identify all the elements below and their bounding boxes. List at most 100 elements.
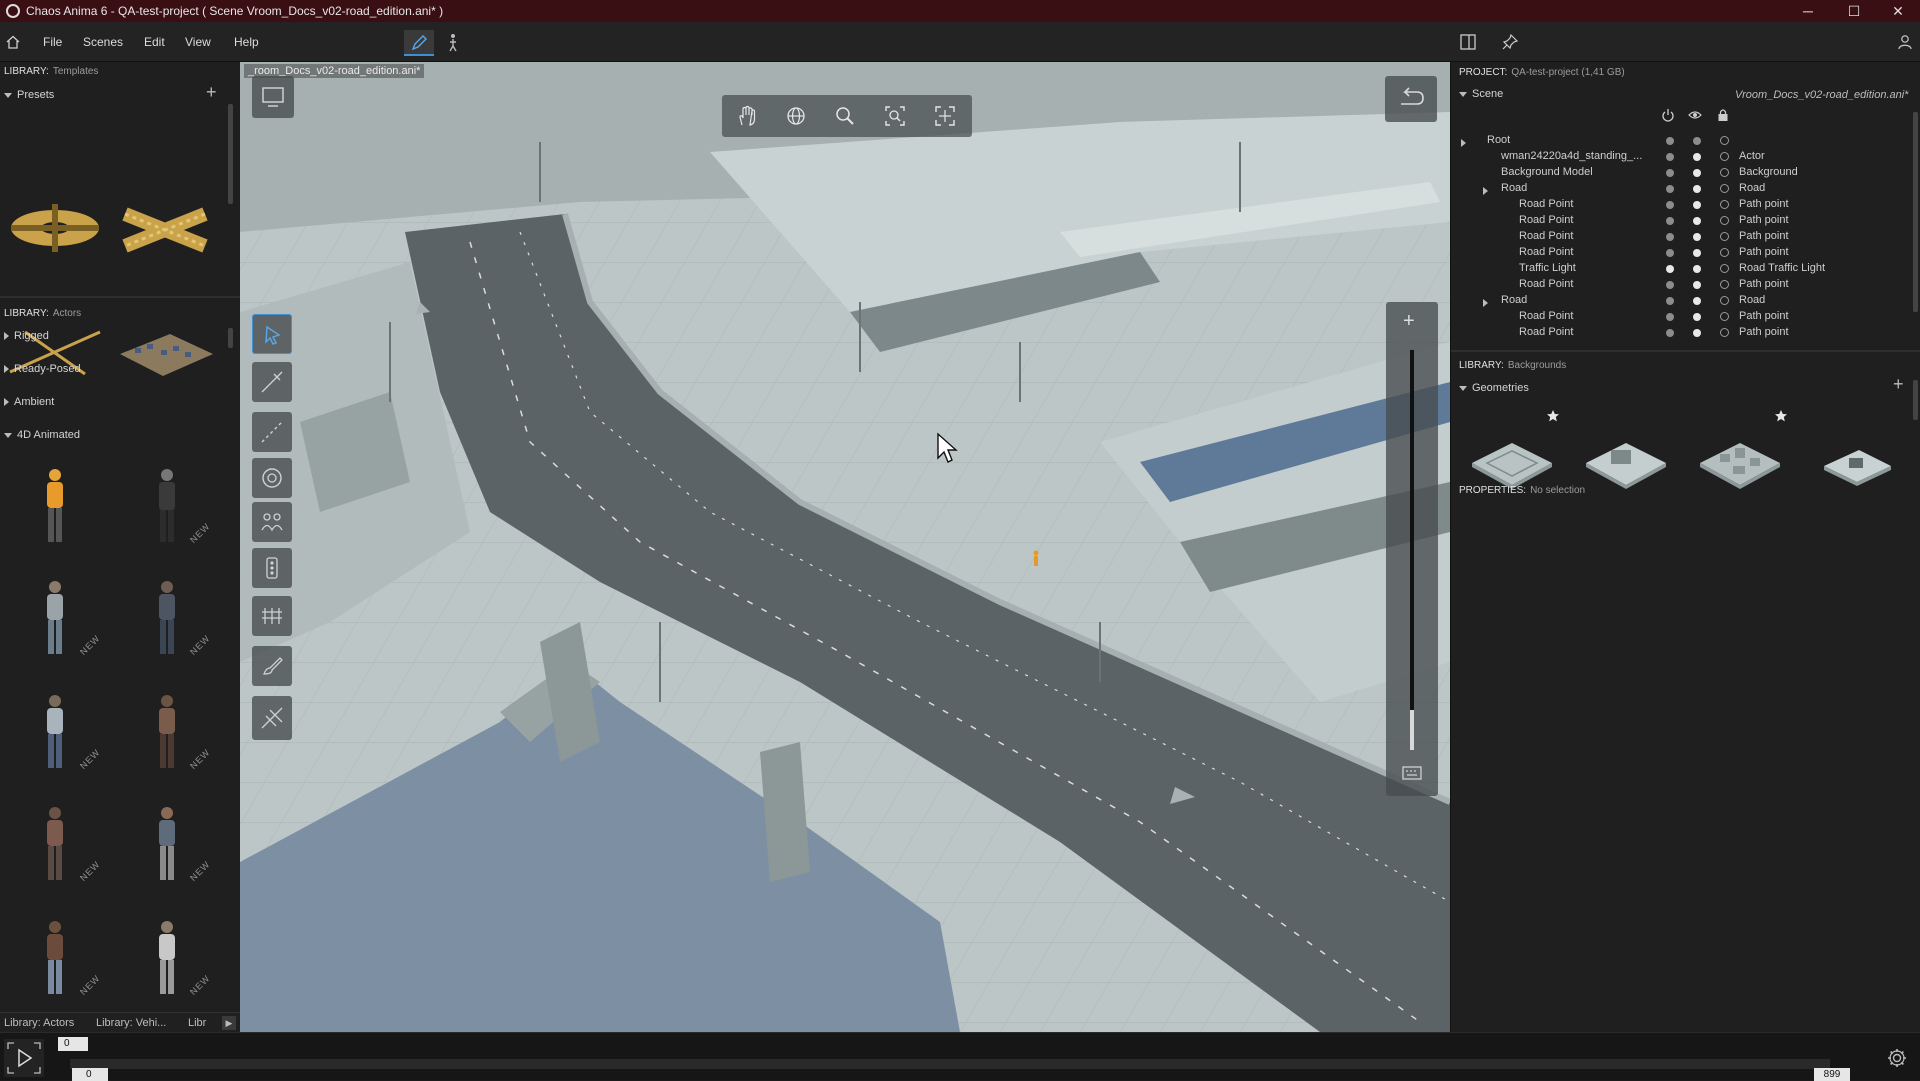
pin-icon[interactable] [1502, 34, 1518, 50]
lock-ring[interactable] [1720, 280, 1729, 289]
lock-ring[interactable] [1720, 152, 1729, 161]
power-dot[interactable] [1666, 297, 1674, 305]
lock-ring[interactable] [1720, 168, 1729, 177]
geometry-city-block-2-thumbnail[interactable] [1581, 428, 1671, 498]
power-dot[interactable] [1666, 137, 1674, 145]
preset-roundabout-thumbnail[interactable] [5, 184, 105, 272]
visibility-dot[interactable] [1693, 201, 1701, 209]
lock-ring[interactable] [1720, 232, 1729, 241]
dashed-path-tool-button[interactable] [252, 412, 292, 452]
category-4d-animated[interactable]: 4D Animated [4, 429, 80, 441]
scene-section-toggle[interactable]: Scene [1459, 88, 1503, 100]
actor-man-4-thumbnail[interactable] [150, 918, 184, 1002]
category-rigged[interactable]: Rigged [4, 330, 49, 342]
tree-row-road-point[interactable]: Road Point Path point [1459, 197, 1919, 213]
menu-edit[interactable]: Edit [144, 35, 165, 49]
menu-view[interactable]: View [185, 35, 211, 49]
templates-scrollbar[interactable] [228, 104, 233, 204]
end-frame-marker[interactable]: 899 [1814, 1068, 1850, 1081]
add-geometry-icon[interactable]: + [1893, 374, 1904, 395]
power-dot[interactable] [1666, 201, 1674, 209]
tree-row-road[interactable]: Road Road [1459, 181, 1919, 197]
tree-row-road-point[interactable]: Road Point Path point [1459, 245, 1919, 261]
orbit-icon[interactable] [785, 105, 807, 127]
actor-woman-3-thumbnail[interactable] [150, 692, 184, 776]
visibility-dot[interactable] [1693, 281, 1701, 289]
tabs-scroll-right-icon[interactable]: ▶ [222, 1016, 236, 1030]
visibility-dot[interactable] [1693, 169, 1701, 177]
visibility-eye-icon[interactable] [1688, 108, 1702, 122]
tree-row-road-point[interactable]: Road Point Path point [1459, 213, 1919, 229]
lock-ring[interactable] [1720, 328, 1729, 337]
actor-worker-thumbnail[interactable] [38, 466, 72, 550]
actor-woman-4-thumbnail[interactable] [38, 918, 72, 1002]
area-tool-button[interactable] [252, 458, 292, 498]
user-account-icon[interactable] [1897, 34, 1913, 50]
tree-row-road-point[interactable]: Road Point Path point [1459, 277, 1919, 293]
close-button[interactable]: ✕ [1876, 0, 1920, 22]
current-frame-field[interactable]: 0 [58, 1037, 88, 1051]
visibility-dot[interactable] [1693, 233, 1701, 241]
power-dot[interactable] [1666, 249, 1674, 257]
actors-scrollbar[interactable] [228, 328, 233, 348]
scene-tree-scrollbar[interactable] [1913, 112, 1918, 312]
settings-gear-icon[interactable] [1886, 1047, 1908, 1069]
path-tool-button[interactable] [252, 362, 292, 402]
actor-man-1-thumbnail[interactable] [150, 578, 184, 662]
add-preset-icon[interactable]: + [206, 82, 217, 103]
zoom-slider[interactable]: + [1386, 302, 1438, 796]
power-dot[interactable] [1666, 153, 1674, 161]
sculpt-tool-button[interactable] [252, 646, 292, 686]
edit-mode-button[interactable] [404, 30, 434, 56]
tree-row-background-model[interactable]: Background Model Background [1459, 165, 1919, 181]
preset-intersection-thumbnail[interactable] [115, 184, 215, 272]
lock-ring[interactable] [1720, 264, 1729, 273]
lock-ring[interactable] [1720, 216, 1729, 225]
lock-ring[interactable] [1720, 296, 1729, 305]
visibility-dot[interactable] [1693, 137, 1701, 145]
visibility-dot[interactable] [1693, 153, 1701, 161]
power-dot[interactable] [1666, 169, 1674, 177]
tree-row-road-point[interactable]: Road Point Path point [1459, 229, 1919, 245]
tree-row-road-point[interactable]: Road Point Path point [1459, 309, 1919, 325]
panel-layout-icon[interactable] [1460, 34, 1476, 50]
visibility-dot[interactable] [1693, 185, 1701, 193]
lock-ring[interactable] [1720, 248, 1729, 257]
geometries-section-toggle[interactable]: Geometries [1459, 382, 1529, 394]
actor-woman-2-thumbnail[interactable] [38, 692, 72, 776]
lock-ring[interactable] [1720, 200, 1729, 209]
zoom-to-selection-icon[interactable] [884, 105, 906, 127]
undo-camera-button[interactable] [1385, 76, 1437, 122]
tab-library-vehicles[interactable]: Library: Vehi... [96, 1017, 166, 1029]
visibility-dot[interactable] [1693, 217, 1701, 225]
start-frame-marker[interactable]: 0 [72, 1068, 108, 1081]
power-dot[interactable] [1666, 281, 1674, 289]
preset-parking-thumbnail[interactable] [115, 292, 215, 380]
lock-icon[interactable] [1716, 108, 1730, 122]
walk-mode-button[interactable] [438, 30, 468, 56]
home-icon[interactable] [6, 35, 20, 49]
actor-man-2-thumbnail[interactable] [38, 804, 72, 888]
lock-ring[interactable] [1720, 136, 1729, 145]
traffic-light-tool-button[interactable] [252, 548, 292, 588]
play-button[interactable] [4, 1039, 44, 1077]
lock-ring[interactable] [1720, 184, 1729, 193]
minimize-button[interactable]: ─ [1786, 0, 1830, 22]
tab-library-more[interactable]: Libr [188, 1017, 206, 1029]
menu-file[interactable]: File [43, 35, 62, 49]
terrain-tool-button[interactable] [252, 696, 292, 740]
keyboard-shortcuts-icon[interactable] [1401, 762, 1423, 784]
favorite-star-icon[interactable] [1545, 408, 1561, 424]
zoom-magnifier-icon[interactable] [834, 105, 856, 127]
tab-library-actors[interactable]: Library: Actors [4, 1017, 74, 1029]
visibility-dot[interactable] [1693, 297, 1701, 305]
menu-help[interactable]: Help [234, 35, 259, 49]
visibility-dot[interactable] [1693, 265, 1701, 273]
visibility-dot[interactable] [1693, 313, 1701, 321]
power-dot[interactable] [1666, 329, 1674, 337]
select-tool-button[interactable] [252, 314, 292, 354]
power-dot[interactable] [1666, 217, 1674, 225]
actor-woman-1-thumbnail[interactable] [38, 578, 72, 662]
maximize-button[interactable]: ☐ [1832, 0, 1876, 22]
3d-viewport[interactable]: _room_Docs_v02-road_edition.ani* + [240, 62, 1450, 1032]
